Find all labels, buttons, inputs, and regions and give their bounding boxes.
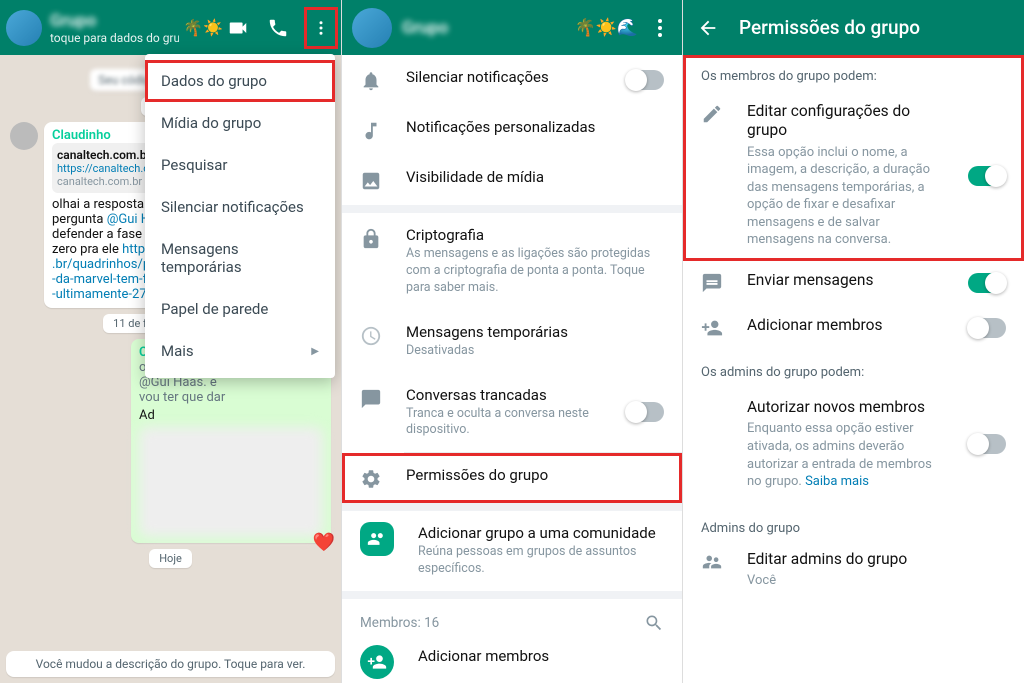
learn-more-link[interactable]: Saiba mais: [805, 474, 869, 489]
row-media-visibility[interactable]: Visibilidade de mídia: [342, 155, 682, 205]
edit-admins-you: Você: [747, 572, 1006, 590]
group-avatar[interactable]: [352, 8, 392, 48]
timer-icon: [360, 325, 382, 347]
music-note-icon: [360, 120, 382, 142]
options-menu: Dados do grupo Mídia do grupo Pesquisar …: [145, 54, 335, 378]
crypto-sub: As mensagens e as ligações são protegida…: [406, 246, 664, 297]
image-icon: [360, 170, 382, 192]
msg-body-prefix: Ad: [139, 408, 323, 423]
header-actions: [227, 10, 335, 46]
row-custom-notif[interactable]: Notificações personalizadas: [342, 105, 682, 155]
group-info-pane: Grupo 🌴☀️🌊 Silenciar notificações Notifi…: [341, 0, 682, 683]
approve-sub: Enquanto essa opção estiver ativada, os …: [747, 420, 944, 490]
edit-settings-toggle[interactable]: [968, 166, 1006, 186]
edit-settings-title: Editar configurações do grupo: [747, 102, 944, 141]
locked-sub: Tranca e oculta a conversa neste disposi…: [406, 406, 602, 440]
members-count-row: Membros: 16: [342, 599, 682, 643]
highlighted-permission-section: Os membros do grupo podem: Editar config…: [683, 55, 1024, 261]
video-call-icon[interactable]: [227, 17, 249, 39]
gear-icon: [360, 468, 382, 490]
person-add-icon: [701, 317, 723, 339]
perm-send-messages[interactable]: Enviar mensagens: [683, 261, 1024, 306]
add-members-toggle[interactable]: [968, 318, 1006, 338]
add-members-label: Adicionar membros: [418, 647, 664, 665]
custom-notif-label: Notificações personalizadas: [406, 118, 664, 136]
blurred-content: [139, 427, 323, 537]
sender-avatar[interactable]: [10, 122, 38, 150]
header-emojis: 🌴☀️🌊: [574, 18, 638, 38]
row-add-members[interactable]: Adicionar membros: [342, 643, 682, 683]
edit-admins-title: Editar admins do grupo: [747, 550, 1006, 569]
mute-toggle[interactable]: [626, 70, 664, 90]
locked-title: Conversas trancadas: [406, 386, 602, 404]
approve-toggle[interactable]: [968, 434, 1006, 454]
community-icon: [360, 522, 394, 556]
perm-add-members[interactable]: Adicionar membros: [683, 306, 1024, 351]
bell-icon: [360, 70, 382, 92]
permissions-header: Permissões do grupo: [683, 0, 1024, 55]
crypto-title: Criptografia: [406, 226, 664, 244]
more-vert-icon: [312, 19, 330, 37]
admin-icon: [701, 551, 723, 573]
temp-title: Mensagens temporárias: [406, 323, 664, 341]
group-avatar[interactable]: [6, 10, 42, 46]
pencil-icon: [701, 103, 723, 125]
group-name: Grupo: [50, 11, 179, 31]
message-icon: [701, 272, 723, 294]
row-disappearing[interactable]: Mensagens temporárias Desativadas: [342, 310, 682, 373]
header-title-area[interactable]: Grupo toque para dados do grupo: [50, 11, 179, 45]
lock-icon: [360, 228, 382, 250]
back-arrow-icon[interactable]: [697, 17, 719, 39]
lock-toggle[interactable]: [626, 402, 664, 422]
voice-call-icon[interactable]: [267, 17, 289, 39]
send-messages-toggle[interactable]: [968, 273, 1006, 293]
row-chat-lock[interactable]: Conversas trancadas Tranca e oculta a co…: [342, 373, 682, 453]
group-name: Grupo: [402, 18, 564, 38]
date-today: Hoje: [149, 549, 192, 568]
group-info-header: Grupo 🌴☀️🌊: [342, 0, 682, 55]
search-icon[interactable]: [644, 613, 664, 633]
admins-can-label: Os admins do grupo podem:: [683, 351, 1024, 388]
group-subtitle: toque para dados do grupo: [50, 31, 179, 45]
chat-header[interactable]: Grupo toque para dados do grupo 🌴☀️: [0, 0, 341, 55]
chat-lock-icon: [360, 388, 382, 410]
comm-sub: Reúna pessoas em grupos de assuntos espe…: [418, 544, 664, 578]
perm-approve-members[interactable]: Autorizar novos membros Enquanto essa op…: [683, 388, 1024, 503]
comm-title: Adicionar grupo a uma comunidade: [418, 524, 664, 542]
more-options-button[interactable]: [307, 10, 335, 46]
menu-group-media[interactable]: Mídia do grupo: [145, 102, 335, 144]
more-vert-icon[interactable]: [648, 16, 672, 40]
description-changed-notice[interactable]: Você mudou a descrição do grupo. Toque p…: [6, 651, 335, 677]
menu-mute[interactable]: Silenciar notificações: [145, 186, 335, 228]
perm-edit-settings[interactable]: Editar configurações do grupo Essa opção…: [683, 92, 1024, 261]
perm-label: Permissões do grupo: [406, 466, 664, 484]
send-messages-label: Enviar mensagens: [747, 271, 944, 290]
approve-title: Autorizar novos membros: [747, 398, 944, 417]
chevron-right-icon: ▶: [311, 346, 319, 357]
edit-settings-sub: Essa opção inclui o nome, a imagem, a de…: [747, 144, 944, 249]
menu-temp-messages[interactable]: Mensagens temporárias: [145, 228, 335, 288]
media-vis-label: Visibilidade de mídia: [406, 168, 664, 186]
admins-section-title: Admins do grupo: [683, 503, 1024, 540]
members-count: Membros: 16: [360, 615, 439, 631]
row-group-permissions[interactable]: Permissões do grupo: [342, 453, 682, 503]
menu-group-info[interactable]: Dados do grupo: [145, 60, 335, 102]
add-person-icon: [360, 645, 394, 679]
menu-more[interactable]: Mais▶: [145, 330, 335, 372]
group-permissions-pane: Permissões do grupo Os membros do grupo …: [682, 0, 1024, 683]
chat-pane: Grupo toque para dados do grupo 🌴☀️ Seu …: [0, 0, 341, 683]
permissions-title: Permissões do grupo: [739, 16, 920, 39]
members-can-label: Os membros do grupo podem:: [683, 55, 1024, 92]
header-emojis: 🌴☀️: [183, 18, 223, 37]
row-encryption[interactable]: Criptografia As mensagens e as ligações …: [342, 213, 682, 310]
mute-label: Silenciar notificações: [406, 68, 602, 86]
row-edit-admins[interactable]: Editar admins do grupo Você: [683, 540, 1024, 602]
menu-search[interactable]: Pesquisar: [145, 144, 335, 186]
temp-sub: Desativadas: [406, 343, 664, 360]
heart-reaction[interactable]: ❤️: [313, 532, 335, 553]
row-add-to-community[interactable]: Adicionar grupo a uma comunidade Reúna p…: [342, 511, 682, 591]
row-mute[interactable]: Silenciar notificações: [342, 55, 682, 105]
add-members-label: Adicionar membros: [747, 316, 944, 335]
menu-wallpaper[interactable]: Papel de parede: [145, 288, 335, 330]
